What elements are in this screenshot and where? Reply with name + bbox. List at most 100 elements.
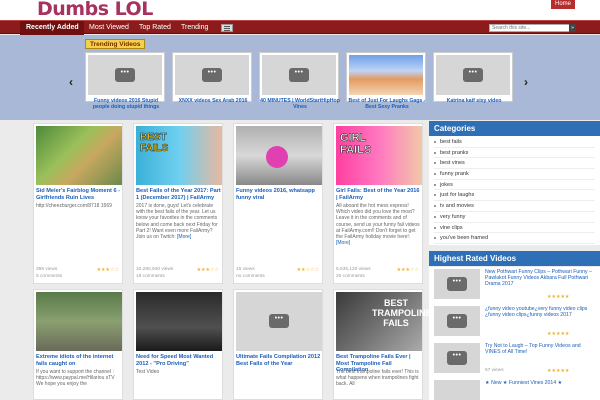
rated-video-title[interactable]: ★ New ★ Funniest Vines 2014 ★ [485,380,595,386]
video-comments[interactable]: 20 comments [336,274,365,280]
video-description: If you want to support the channel : htt… [36,369,115,388]
video-thumbnail[interactable]: ••• [434,343,480,373]
play-icon: ••• [202,68,222,82]
home-button[interactable]: Home [551,0,575,9]
header: Dumbs LOL Home [0,0,600,20]
search-button[interactable]: » [569,24,576,32]
rated-video-title[interactable]: Try Not to Laugh – Top Funny Videos and … [485,343,595,355]
rating-stars-icon: ★★★☆☆ [96,267,119,273]
video-thumbnail[interactable]: ••• [434,269,480,299]
video-card[interactable]: BEST TRAMPOLINE FAILS Best Trampoline Fa… [333,289,432,400]
category-item[interactable]: tv and movies [434,201,595,212]
video-thumbnail[interactable]: ••• [236,292,322,351]
video-description: The best trampoline fails ever! This is … [336,369,419,388]
video-comments[interactable]: 18 comments [136,274,165,280]
slide-caption[interactable]: XNXX videos Sex Arab 2016 [173,98,253,104]
video-thumbnail[interactable] [36,292,122,351]
thumbnail-figure [266,146,288,168]
category-item[interactable]: just for laughs [434,190,595,202]
video-views: 6,535,120 views [336,267,371,272]
video-thumbnail[interactable] [36,126,122,185]
video-comments[interactable]: 5 comments [36,274,62,280]
video-thumbnail[interactable]: ••• [175,55,249,95]
video-thumbnail[interactable]: BEST FAILS [136,126,222,185]
video-title[interactable]: Ultimate Fails Compilation 2012 Best Fai… [236,354,322,367]
search-input[interactable] [489,24,576,32]
category-list: best fails best pranks best vines funny … [429,136,600,245]
category-item[interactable]: you've been framed [434,233,595,244]
play-icon: ••• [447,277,467,291]
video-title[interactable]: Best Fails of the Year 2017: Part 1 (Dec… [136,188,222,201]
video-title[interactable]: Funny videos 2016, whatsapp funny viral [236,188,322,201]
video-thumbnail[interactable] [236,126,322,185]
rated-video-item[interactable]: ••• New Pothwari Funny Clips – Pothwari … [429,267,600,301]
rating-stars-icon: ★★★★★ [547,294,570,300]
nav-top-rated[interactable]: Top Rated [139,21,171,35]
video-thumbnail[interactable]: GIRL FAILS [336,126,422,185]
video-thumbnail[interactable]: ••• [436,55,510,95]
category-item[interactable]: best vines [434,158,595,170]
category-item[interactable]: best pranks [434,148,595,159]
rated-video-title[interactable]: New Pothwari Funny Clips – Pothwari Funn… [485,269,595,288]
trending-slide[interactable]: ••• XNXX videos Sex Arab 2016 [172,52,253,104]
slider-prev-arrow-icon[interactable]: ‹ [69,75,73,89]
slide-caption[interactable]: Katrina kaif sixy video [434,98,514,104]
video-title[interactable]: Sid Meier's Fairblog Moment 6 - Girlfrie… [36,188,122,201]
video-card[interactable]: Funny videos 2016, whatsapp funny viral … [233,123,323,284]
site-logo[interactable]: Dumbs LOL [37,0,153,20]
nav-recently-added[interactable]: Recently Added [20,21,84,35]
video-thumbnail[interactable]: ••• [262,55,336,95]
thumbnail-text: BEST FAILS [140,132,169,155]
trending-slide[interactable]: ••• Katrina kaif sixy video [433,52,514,104]
categories-title: Categories [429,121,600,136]
play-icon: ••• [447,314,467,328]
play-icon: ••• [269,314,289,328]
sidebar: Categories best fails best pranks best v… [429,121,600,400]
video-thumbnail[interactable] [136,292,222,351]
video-card[interactable]: Need for Speed Most Wanted 2012 - "Pro D… [133,289,223,400]
trending-slide[interactable]: ••• 40 MINUTES | WorldStartHipHop Vines [259,52,340,110]
highest-rated-list: ••• New Pothwari Funny Clips – Pothwari … [429,267,600,400]
video-comments[interactable]: no comments [236,274,265,280]
video-thumbnail[interactable]: ••• [88,55,162,95]
slide-caption[interactable]: Funny videos 2016 Stupid people doing st… [86,98,166,110]
video-thumbnail[interactable] [349,55,423,95]
rated-video-views: 57 views [485,368,504,373]
category-item[interactable]: vine clips [434,223,595,234]
rating-stars-icon: ★★☆☆☆ [296,267,319,273]
rated-video-title[interactable]: ¿funny video youtube¿very funny video cl… [485,306,595,318]
rating-stars-icon: ★★★★★ [547,331,570,337]
video-description: Test Video [136,369,160,375]
video-views: 398 views [36,267,58,272]
slide-caption[interactable]: 40 MINUTES | WorldStartHipHop Vines [260,98,340,110]
video-thumbnail[interactable]: ••• [434,306,480,336]
video-thumbnail[interactable]: BEST TRAMPOLINE FAILS [336,292,432,351]
slider-next-arrow-icon[interactable]: › [524,75,528,89]
video-views: 10,280,940 views [136,267,174,272]
video-card[interactable]: Extreme idiots of the internet fails cau… [33,289,123,400]
rated-video-item[interactable]: ••• Try Not to Laugh – Top Funny Videos … [429,341,600,375]
video-title[interactable]: Extreme idiots of the internet fails cau… [36,354,122,367]
video-title[interactable]: Need for Speed Most Wanted 2012 - "Pro D… [136,354,222,367]
category-item[interactable]: funny prank [434,169,595,180]
trending-slide[interactable]: Best of Just For Laughs Gags - Best Sexy… [346,52,426,110]
video-card[interactable]: BEST FAILS Best Fails of the Year 2017: … [133,123,223,284]
video-card[interactable]: Sid Meier's Fairblog Moment 6 - Girlfrie… [33,123,123,284]
video-card[interactable]: GIRL FAILS Girl Fails: Best of the Year … [333,123,423,284]
play-icon: ••• [447,351,467,365]
play-icon: ••• [115,68,135,82]
category-item[interactable]: jokes [434,180,595,191]
menu-icon[interactable] [221,24,233,32]
rated-video-item[interactable]: ★ New ★ Funniest Vines 2014 ★ [429,378,600,400]
category-item[interactable]: very funny [434,212,595,223]
category-item[interactable]: best fails [434,137,595,148]
video-card[interactable]: ••• Ultimate Fails Compilation 2012 Best… [233,289,323,400]
trending-slider: Trending Videos ‹ › ••• Funny videos 201… [0,35,600,120]
video-thumbnail[interactable] [434,380,480,400]
nav-most-viewed[interactable]: Most Viewed [89,21,129,35]
video-title[interactable]: Girl Fails: Best of the Year 2016 | Fail… [336,188,422,201]
nav-trending[interactable]: Trending [181,21,208,35]
rated-video-item[interactable]: ••• ¿funny video youtube¿very funny vide… [429,304,600,338]
slide-caption[interactable]: Best of Just For Laughs Gags - Best Sexy… [347,98,427,110]
trending-slide[interactable]: ••• Funny videos 2016 Stupid people doin… [85,52,165,110]
